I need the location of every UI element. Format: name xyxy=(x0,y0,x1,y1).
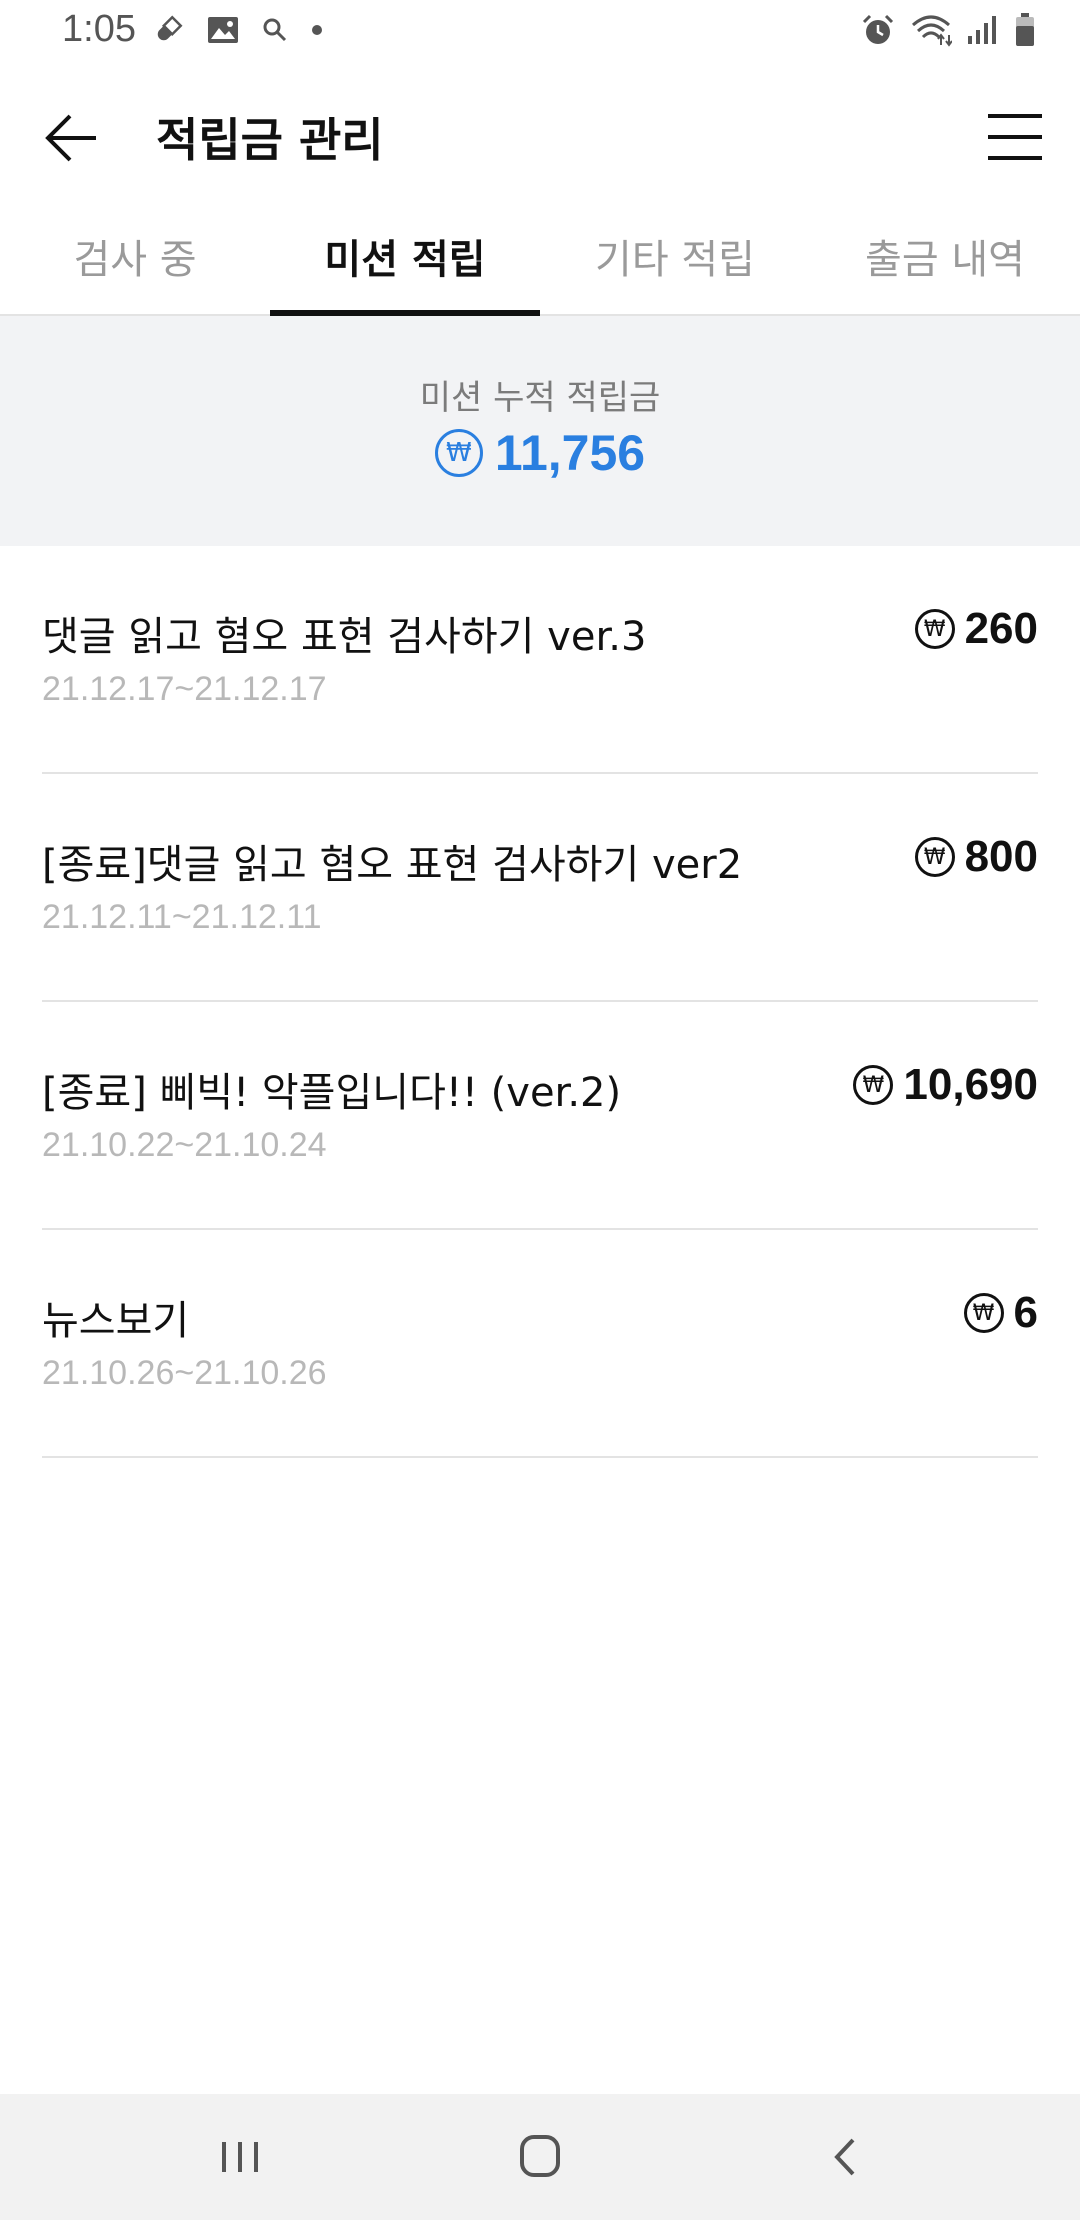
mission-date: 21.12.11~21.12.11 xyxy=(42,898,322,936)
mission-date: 21.10.22~21.10.24 xyxy=(42,1126,327,1164)
mission-amount: ₩ 800 xyxy=(914,832,1038,882)
amount-value: 10,690 xyxy=(903,1060,1038,1109)
summary-panel: 미션 누적 적립금 ₩ 11,756 xyxy=(0,316,1080,546)
status-right-icons xyxy=(860,12,1036,48)
summary-value: 11,756 xyxy=(494,425,646,481)
dot-icon xyxy=(312,25,322,35)
amount-value: 800 xyxy=(964,832,1038,881)
alarm-icon xyxy=(862,14,894,44)
mission-title: [종료]댓글 읽고 혐오 표현 검사하기 ver2 xyxy=(42,842,743,888)
wifi-icon xyxy=(912,15,952,47)
won-currency-icon: ₩ xyxy=(853,1065,894,1105)
mission-date: 21.12.17~21.12.17 xyxy=(42,670,327,708)
won-currency-icon: ₩ xyxy=(914,837,955,877)
arrow-left-icon[interactable] xyxy=(42,108,102,168)
status-left-icons xyxy=(152,14,324,46)
mission-title: 댓글 읽고 혐오 표현 검사하기 ver.3 xyxy=(42,614,647,660)
tab-withdrawal-history[interactable]: 출금 내역 xyxy=(810,210,1080,314)
won-currency-icon: ₩ xyxy=(963,1293,1004,1333)
status-time: 1:05 xyxy=(62,8,136,50)
back-icon[interactable] xyxy=(805,2124,885,2190)
page-title: 적립금 관리 xyxy=(156,113,384,167)
tab-bar: 검사 중 미션 적립 기타 적립 출금 내역 xyxy=(0,210,1080,316)
list-item[interactable]: 뉴스보기 21.10.26~21.10.26 ₩ 6 xyxy=(42,1230,1038,1458)
home-icon[interactable] xyxy=(500,2124,580,2190)
tab-inspecting[interactable]: 검사 중 xyxy=(0,210,270,314)
system-nav-bar xyxy=(0,2094,1080,2220)
pill-icon xyxy=(157,15,183,41)
tab-other-rewards[interactable]: 기타 적립 xyxy=(540,210,810,314)
summary-amount: ₩ 11,756 xyxy=(0,424,1080,482)
amount-value: 260 xyxy=(964,604,1038,653)
list-item[interactable]: [종료] 삐빅! 악플입니다!! (ver.2) 21.10.22~21.10.… xyxy=(42,1002,1038,1230)
list-item[interactable]: 댓글 읽고 혐오 표현 검사하기 ver.3 21.12.17~21.12.17… xyxy=(42,546,1038,774)
mission-amount: ₩ 10,690 xyxy=(853,1060,1038,1110)
mission-list: 댓글 읽고 혐오 표현 검사하기 ver.3 21.12.17~21.12.17… xyxy=(42,546,1038,1458)
list-item[interactable]: [종료]댓글 읽고 혐오 표현 검사하기 ver2 21.12.11~21.12… xyxy=(42,774,1038,1002)
mission-title: [종료] 삐빅! 악플입니다!! (ver.2) xyxy=(42,1070,622,1116)
search-icon xyxy=(263,18,287,42)
won-currency-icon: ₩ xyxy=(434,429,483,477)
mission-title: 뉴스보기 xyxy=(42,1298,190,1344)
app-bar: 적립금 관리 xyxy=(0,64,1080,210)
hamburger-menu-icon[interactable] xyxy=(986,108,1044,166)
tab-mission-rewards[interactable]: 미션 적립 xyxy=(270,210,540,316)
signal-icon xyxy=(968,16,996,44)
summary-label: 미션 누적 적립금 xyxy=(419,378,661,418)
amount-value: 6 xyxy=(1013,1288,1038,1337)
battery-icon xyxy=(1016,13,1034,46)
mission-amount: ₩ 260 xyxy=(914,604,1038,654)
won-currency-icon: ₩ xyxy=(914,609,955,649)
recent-apps-icon[interactable] xyxy=(200,2124,280,2190)
status-bar: 1:05 xyxy=(0,0,1080,64)
gallery-icon xyxy=(208,17,238,43)
mission-date: 21.10.26~21.10.26 xyxy=(42,1354,327,1392)
mission-amount: ₩ 6 xyxy=(963,1288,1038,1338)
